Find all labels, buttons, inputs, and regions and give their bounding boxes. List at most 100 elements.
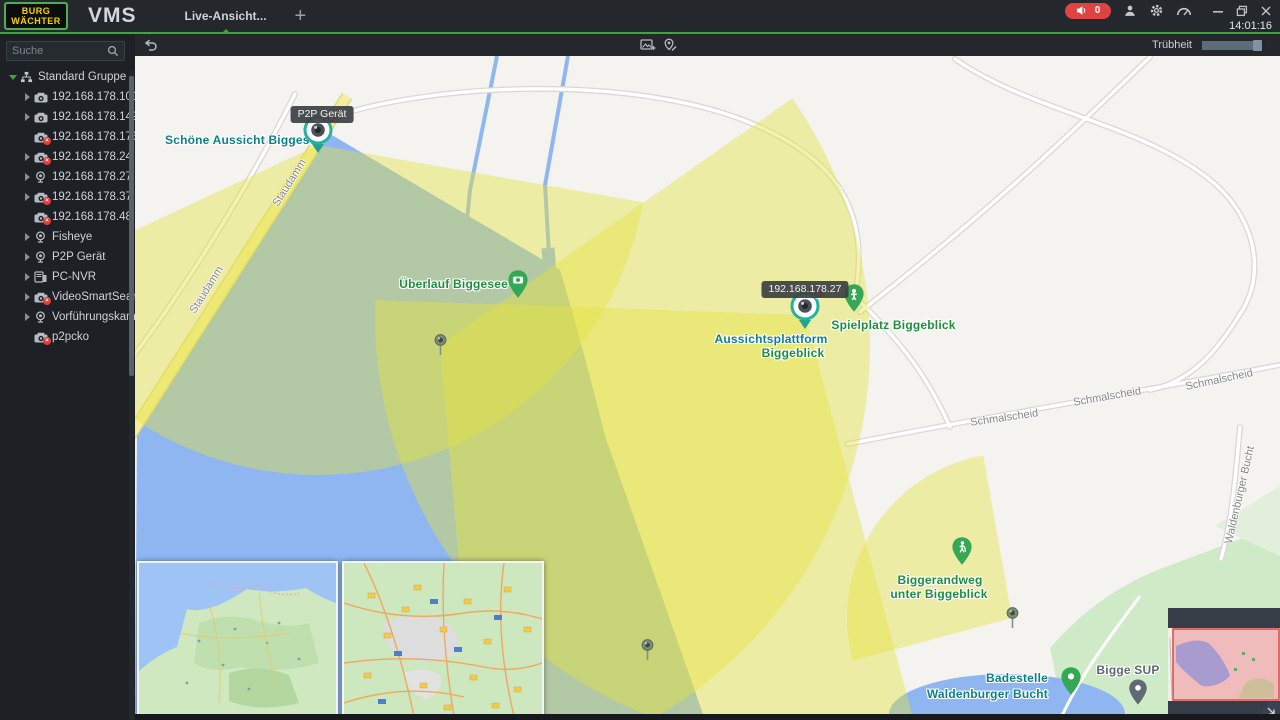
- scrollbar-thumb[interactable]: [129, 76, 134, 376]
- sidebar-item-videosmartsearch[interactable]: × VideoSmartSearch: [0, 287, 135, 307]
- app-title: VMS: [88, 4, 137, 28]
- titlebar: BURG WÄCHTER VMS Live-Ansicht... + 0: [0, 0, 1280, 34]
- device-label: P2P Gerät: [52, 251, 106, 263]
- titlebar-right: 0 14: [1065, 1, 1272, 32]
- overview-map: [1168, 628, 1280, 701]
- webcam-icon: [34, 171, 52, 183]
- sidebar-item-192-168-178-37[interactable]: × 192.168.178.37: [0, 187, 135, 207]
- expander-icon[interactable]: [6, 75, 20, 80]
- tab-live-view[interactable]: Live-Ansicht...: [179, 0, 273, 32]
- device-label: Vorführungskamera: [52, 311, 135, 323]
- pole-camera-marker[interactable]: [1006, 607, 1019, 635]
- sidebar-item-pc-nvr[interactable]: PC-NVR: [0, 267, 135, 287]
- restore-window-button[interactable]: [1236, 5, 1248, 17]
- expander-icon[interactable]: [20, 173, 34, 181]
- poi-label-biggerandweg-2: unter Biggeblick: [859, 587, 1019, 601]
- expander-icon[interactable]: [20, 293, 34, 301]
- camera-icon: [34, 112, 52, 123]
- slider-handle[interactable]: [1253, 40, 1262, 51]
- webcam-icon: [34, 231, 52, 243]
- poi-label-aussichtsplattform-2: Biggeblick: [713, 346, 873, 360]
- add-hotspot-pin-icon[interactable]: [663, 38, 677, 52]
- dashboard-gauge-icon[interactable]: [1176, 4, 1192, 17]
- sidebar-item-p2pcko[interactable]: × p2pcko: [0, 327, 135, 347]
- overview-inset[interactable]: [1168, 608, 1280, 720]
- offline-badge: ×: [43, 337, 51, 345]
- sidebar-scrollbar[interactable]: [129, 70, 134, 720]
- expander-icon[interactable]: [20, 233, 34, 241]
- tab-label: Live-Ansicht...: [185, 9, 267, 23]
- add-map-image-icon[interactable]: [640, 38, 656, 52]
- poi-label-badestelle-1: Badestelle: [848, 671, 1048, 685]
- sidebar-item-standard-gruppe[interactable]: Standard Gruppe: [0, 67, 135, 87]
- camera-offline-icon: ×: [34, 212, 52, 223]
- expander-icon[interactable]: [20, 113, 34, 121]
- expander-icon[interactable]: [20, 153, 34, 161]
- pole-camera-marker[interactable]: [434, 334, 447, 362]
- sidebar-item-vorfuehrungskamera[interactable]: Vorführungskamera: [0, 307, 135, 327]
- overview-art: [1168, 628, 1280, 701]
- undo-icon[interactable]: [143, 39, 157, 52]
- pin-badestelle[interactable]: [1060, 666, 1082, 701]
- device-label: 192.168.178.176: [52, 131, 135, 143]
- sidebar-item-192-168-178-149[interactable]: 192.168.178.149: [0, 107, 135, 127]
- map-panel: Trübheit: [135, 34, 1280, 720]
- minimap-overview-germany[interactable]: [137, 561, 338, 718]
- camera-icon: [34, 92, 52, 103]
- expander-icon[interactable]: [20, 93, 34, 101]
- turbidity-slider[interactable]: [1202, 41, 1266, 50]
- close-button[interactable]: [1260, 5, 1272, 17]
- logo-line2: WÄCHTER: [11, 16, 61, 26]
- search-icon: [107, 45, 119, 57]
- vms-window: BURG WÄCHTER VMS Live-Ansicht... + 0: [0, 0, 1280, 720]
- search-input[interactable]: [12, 45, 107, 57]
- turbidity-control: Trübheit: [1152, 39, 1266, 51]
- poi-label-biggerandweg-1: Biggerandweg: [860, 573, 1020, 587]
- pin-bigge-sup[interactable]: [1128, 678, 1148, 711]
- new-tab-button[interactable]: +: [295, 6, 307, 26]
- tooltip-192-168-178-27: 192.168.178.27: [762, 281, 849, 298]
- expander-icon[interactable]: [20, 313, 34, 321]
- settings-gear-icon[interactable]: [1149, 3, 1164, 18]
- user-icon[interactable]: [1123, 4, 1137, 18]
- tooltip-p2p-geraet: P2P Gerät: [291, 106, 354, 123]
- turbidity-label: Trübheit: [1152, 39, 1192, 51]
- sidebar-item-192-168-178-48[interactable]: × 192.168.178.48: [0, 207, 135, 227]
- sidebar-item-192-168-178-27[interactable]: 192.168.178.27: [0, 167, 135, 187]
- webcam-icon: [34, 251, 52, 263]
- camera-offline-icon: ×: [34, 292, 52, 303]
- pin-ueberlauf-camera[interactable]: [507, 269, 529, 304]
- device-label: PC-NVR: [52, 271, 96, 283]
- pin-biggerandweg-hiking[interactable]: [951, 536, 973, 571]
- expander-icon[interactable]: [20, 193, 34, 201]
- expander-icon[interactable]: [20, 273, 34, 281]
- expander-icon[interactable]: [20, 253, 34, 261]
- device-label: 192.168.178.37: [52, 191, 132, 203]
- offline-badge: ×: [43, 157, 51, 165]
- burg-waechter-logo: BURG WÄCHTER: [4, 2, 68, 30]
- device-tree-sidebar: Standard Gruppe 192.168.178.101 192.168.…: [0, 34, 135, 720]
- group-label: Standard Gruppe: [38, 71, 126, 83]
- sidebar-item-fisheye[interactable]: Fisheye: [0, 227, 135, 247]
- minimize-button[interactable]: [1212, 5, 1224, 17]
- alarm-mute-button[interactable]: 0: [1065, 3, 1111, 19]
- poi-label-aussichtsplattform-1: Aussichtsplattform: [691, 332, 851, 346]
- minimap-germany-art: [139, 563, 336, 716]
- slider-fill: [1202, 41, 1257, 50]
- device-tree: Standard Gruppe 192.168.178.101 192.168.…: [0, 67, 135, 347]
- sidebar-item-p2p-geraet[interactable]: P2P Gerät: [0, 247, 135, 267]
- map-canvas[interactable]: Staudamm Staudamm Schmalscheid Schmalsch…: [135, 56, 1280, 720]
- nvr-icon: [34, 271, 52, 283]
- pole-camera-marker[interactable]: [641, 639, 654, 667]
- device-label: 192.168.178.101: [52, 91, 135, 103]
- sidebar-item-192-168-178-176[interactable]: × 192.168.178.176: [0, 127, 135, 147]
- offline-badge: ×: [43, 197, 51, 205]
- search-box[interactable]: [6, 41, 125, 61]
- sidebar-item-192-168-178-24[interactable]: × 192.168.178.24: [0, 147, 135, 167]
- device-label: 192.168.178.48: [52, 211, 132, 223]
- minimap-region-nrw[interactable]: [342, 561, 544, 718]
- minimap-region-art: [344, 563, 542, 716]
- map-toolbar: Trübheit: [135, 34, 1280, 56]
- bottom-edge-strip: [135, 714, 1280, 720]
- sidebar-item-192-168-178-101[interactable]: 192.168.178.101: [0, 87, 135, 107]
